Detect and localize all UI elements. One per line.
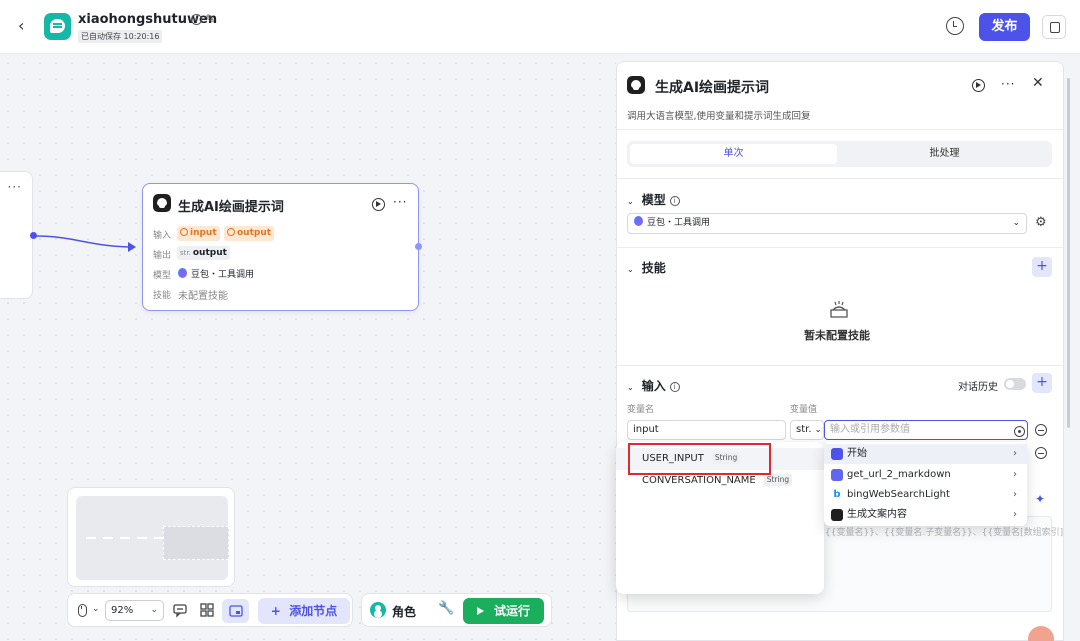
model-value: 豆包・工具调用 bbox=[178, 267, 254, 280]
run-node-icon[interactable] bbox=[972, 79, 985, 92]
tab-batch[interactable]: 批处理 bbox=[841, 144, 1048, 164]
info-icon[interactable]: i bbox=[191, 14, 202, 25]
zoom-select[interactable]: 92% ⌄ bbox=[105, 600, 164, 621]
layout-icon[interactable] bbox=[199, 602, 215, 618]
run-node-icon[interactable] bbox=[372, 198, 385, 211]
remove-row-icon[interactable] bbox=[1035, 424, 1047, 436]
skill-value: 未配置技能 bbox=[178, 291, 228, 302]
role-button[interactable]: 角色 bbox=[392, 603, 416, 620]
gear-icon[interactable]: ⚙ bbox=[1035, 215, 1047, 230]
more-icon[interactable]: ··· bbox=[393, 195, 407, 209]
input-label: 输入 bbox=[153, 231, 172, 241]
plugin-icon bbox=[831, 469, 843, 481]
highlight-box bbox=[628, 443, 771, 475]
skill-label: 技能 bbox=[153, 291, 172, 301]
workflow-canvas[interactable]: ··· 生成AI绘画提示词 ··· 输入 input output 输出 str… bbox=[0, 55, 616, 641]
add-skill-button[interactable]: + bbox=[1032, 257, 1052, 277]
publish-button[interactable]: 发布 bbox=[979, 13, 1030, 41]
sparkle-icon[interactable]: ✦ bbox=[1035, 492, 1045, 506]
output-label: 输出 bbox=[153, 251, 172, 261]
var-value-header: 变量值 bbox=[790, 405, 818, 415]
more-icon[interactable]: ··· bbox=[8, 180, 22, 194]
add-node-button[interactable]: + 添加节点 bbox=[258, 598, 350, 624]
app-chat-icon bbox=[44, 13, 71, 40]
history-label: 对话历史 bbox=[958, 382, 998, 393]
minimap-toggle[interactable] bbox=[222, 599, 249, 623]
role-icon[interactable] bbox=[370, 602, 386, 618]
bing-icon: b bbox=[831, 489, 843, 501]
previous-node[interactable]: ··· bbox=[0, 171, 33, 299]
prompt-hint: {{变量名}}、{{变量名.子变量名}}、{{变量名[数组索引]}}的方式引用输 bbox=[825, 528, 1064, 538]
skill-section-header[interactable]: ⌄ 技能 bbox=[627, 259, 666, 276]
model-label: 模型 bbox=[153, 271, 172, 281]
doubao-icon bbox=[178, 268, 187, 278]
history-toggle[interactable] bbox=[1004, 378, 1026, 390]
test-run-button[interactable]: 试运行 bbox=[463, 598, 544, 624]
dropdown-item-get-url[interactable]: get_url_2_markdown › bbox=[824, 465, 1027, 485]
copy-window-icon[interactable] bbox=[1042, 15, 1066, 39]
dropdown-item-start[interactable]: 开始 › bbox=[824, 444, 1027, 464]
input-tag: output bbox=[224, 226, 275, 241]
doubao-icon bbox=[634, 216, 643, 226]
panel-description: 调用大语言模型,使用变量和提示词生成回复 bbox=[627, 111, 811, 122]
history-icon[interactable] bbox=[946, 17, 964, 35]
comment-icon[interactable] bbox=[172, 602, 188, 618]
add-input-button[interactable]: + bbox=[1032, 373, 1052, 393]
dropdown-item-bing[interactable]: b bingWebSearchLight › bbox=[824, 485, 1027, 505]
run-toolbar: 角色 🔧 试运行 bbox=[361, 593, 552, 627]
skill-empty-text: 暂未配置技能 bbox=[804, 329, 870, 342]
node-source-dropdown: 开始 › get_url_2_markdown › b bingWebSearchLi… bbox=[824, 442, 1027, 526]
var-name-header: 变量名 bbox=[627, 405, 655, 415]
canvas-toolbar: ⌄ 92% ⌄ + 添加节点 bbox=[67, 593, 353, 627]
wrench-icon[interactable]: 🔧 bbox=[438, 601, 454, 616]
dropdown-item-llm[interactable]: 生成文案内容 › bbox=[824, 505, 1027, 525]
back-chevron-icon[interactable]: ‹ bbox=[18, 16, 34, 36]
edit-icon[interactable]: ✎ bbox=[205, 12, 215, 26]
chevron-down-icon[interactable]: ⌄ bbox=[92, 604, 100, 614]
llm-node-icon bbox=[627, 76, 645, 94]
model-select[interactable]: 豆包・工具调用 ⌄ bbox=[627, 213, 1027, 234]
reference-icon[interactable] bbox=[1014, 426, 1025, 437]
llm-icon bbox=[831, 509, 843, 521]
input-tag: input bbox=[177, 226, 220, 241]
panel-title: 生成AI绘画提示词 bbox=[655, 80, 770, 96]
minimap-viewport[interactable] bbox=[163, 526, 229, 560]
start-icon bbox=[831, 448, 843, 460]
output-tag: str. output bbox=[177, 246, 230, 260]
panel-scrollbar[interactable] bbox=[1067, 78, 1070, 428]
node-title: 生成AI绘画提示词 bbox=[178, 200, 284, 215]
empty-box-icon bbox=[830, 301, 848, 318]
more-icon[interactable]: ··· bbox=[1001, 77, 1015, 91]
minimap[interactable] bbox=[67, 487, 235, 587]
tab-single[interactable]: 单次 bbox=[630, 144, 837, 164]
play-icon bbox=[476, 607, 484, 615]
minimap-icon bbox=[229, 605, 243, 617]
var-name-input[interactable]: input bbox=[627, 420, 786, 440]
connection-edge bbox=[35, 235, 136, 252]
node-output-port[interactable] bbox=[415, 243, 422, 250]
var-type-select[interactable]: str. ⌄ bbox=[790, 420, 824, 440]
var-value-input[interactable]: 输入或引用参数值 bbox=[824, 420, 1028, 440]
mouse-mode-icon[interactable] bbox=[78, 604, 87, 617]
llm-node[interactable]: 生成AI绘画提示词 ··· 输入 input output 输出 str. out… bbox=[142, 183, 419, 311]
top-bar: ‹ xiaohongshutuwen i ✎ 已自动保存 10:20:16 发布 bbox=[0, 0, 1080, 54]
input-section-header[interactable]: ⌄ 输入 i bbox=[627, 377, 680, 394]
model-section-header[interactable]: ⌄ 模型 i bbox=[627, 191, 680, 208]
mode-tabs: 单次 批处理 bbox=[627, 141, 1052, 167]
autosave-status: 已自动保存 10:20:16 bbox=[78, 30, 163, 43]
llm-node-icon bbox=[153, 194, 171, 212]
close-icon[interactable]: ✕ bbox=[1032, 75, 1044, 91]
remove-row-icon[interactable] bbox=[1035, 447, 1047, 459]
